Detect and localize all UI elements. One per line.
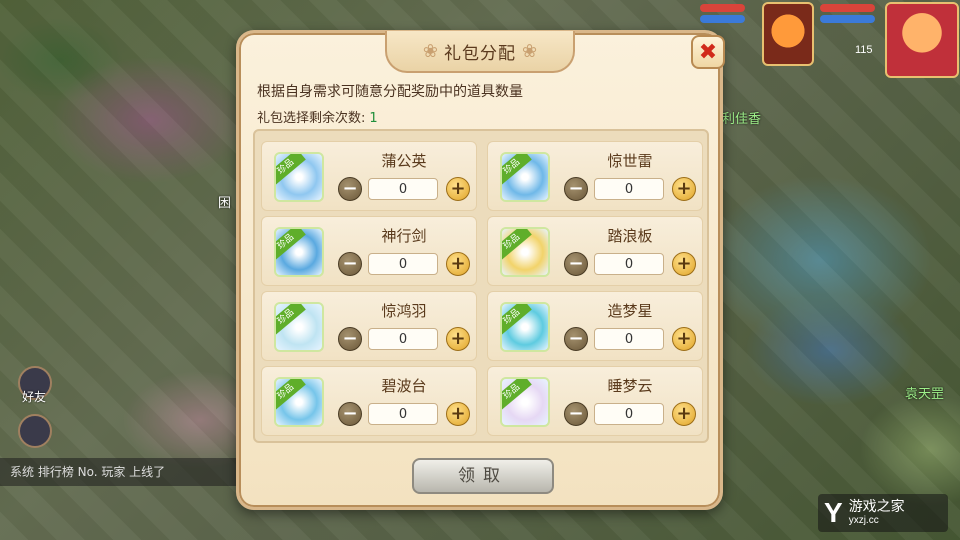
item-name: 碧波台 xyxy=(381,377,427,395)
watermark-text: 游戏之家 xyxy=(848,498,905,515)
item-name: 造梦星 xyxy=(607,302,653,320)
item-icon[interactable]: 珍品 xyxy=(500,152,550,202)
item-row: 珍品睡梦云−+ xyxy=(487,366,703,436)
watermark-url: yxzj.cc xyxy=(848,515,879,527)
increase-button[interactable]: + xyxy=(672,177,696,201)
swirl-ornament-icon: ❀ xyxy=(522,40,538,62)
quantity-input[interactable] xyxy=(368,328,438,350)
item-icon[interactable]: 珍品 xyxy=(274,302,324,352)
item-icon[interactable]: 珍品 xyxy=(274,377,324,427)
quantity-stepper: −+ xyxy=(564,401,696,427)
item-name: 惊世雷 xyxy=(607,152,653,170)
item-icon[interactable]: 珍品 xyxy=(500,227,550,277)
player-mp-bar xyxy=(820,15,875,23)
item-name: 踏浪板 xyxy=(607,227,653,245)
remaining-choices: 礼包选择剩余次数: 1 xyxy=(257,107,378,126)
site-watermark: Y 游戏之家 yxzj.cc xyxy=(818,494,948,532)
player-level: 115 xyxy=(855,44,873,56)
quantity-input[interactable] xyxy=(594,328,664,350)
quantity-input[interactable] xyxy=(368,178,438,200)
rarity-tag: 珍品 xyxy=(276,379,306,411)
chat-icon[interactable] xyxy=(18,414,52,448)
quantity-stepper: −+ xyxy=(564,176,696,202)
decrease-button[interactable]: − xyxy=(338,252,362,276)
increase-button[interactable]: + xyxy=(672,252,696,276)
item-icon[interactable]: 珍品 xyxy=(274,152,324,202)
item-row: 珍品造梦星−+ xyxy=(487,291,703,361)
rarity-tag: 珍品 xyxy=(502,229,532,261)
increase-button[interactable]: + xyxy=(446,252,470,276)
pet-portrait[interactable] xyxy=(762,2,814,66)
rarity-tag: 珍品 xyxy=(276,304,306,336)
increase-button[interactable]: + xyxy=(446,177,470,201)
rarity-tag: 珍品 xyxy=(276,229,306,261)
npc-name-label[interactable]: 利佳香 xyxy=(722,108,761,127)
quantity-input[interactable] xyxy=(368,403,438,425)
remaining-label: 礼包选择剩余次数: xyxy=(257,111,366,126)
rarity-tag: 珍品 xyxy=(276,154,306,186)
watermark-logo: Y xyxy=(824,497,843,528)
decrease-button[interactable]: − xyxy=(564,402,588,426)
dialog-description: 根据自身需求可随意分配奖励中的道具数量 xyxy=(257,84,523,100)
decrease-button[interactable]: − xyxy=(564,177,588,201)
rarity-tag: 珍品 xyxy=(502,304,532,336)
rarity-tag: 珍品 xyxy=(502,154,532,186)
decrease-button[interactable]: − xyxy=(338,177,362,201)
chat-log[interactable]: 系统 排行榜 No. 玩家 上线了 xyxy=(0,458,240,486)
item-row: 珍品惊世雷−+ xyxy=(487,141,703,211)
quantity-stepper: −+ xyxy=(564,326,696,352)
item-icon[interactable]: 珍品 xyxy=(274,227,324,277)
remaining-count: 1 xyxy=(369,111,378,126)
quantity-input[interactable] xyxy=(594,253,664,275)
increase-button[interactable]: + xyxy=(446,327,470,351)
increase-button[interactable]: + xyxy=(672,327,696,351)
decrease-button[interactable]: − xyxy=(338,327,362,351)
quantity-stepper: −+ xyxy=(338,251,470,277)
increase-button[interactable]: + xyxy=(672,402,696,426)
player-hp-bar xyxy=(820,4,875,12)
friends-label: 好友 xyxy=(22,390,47,404)
item-row: 珍品神行剑−+ xyxy=(261,216,477,286)
item-icon[interactable]: 珍品 xyxy=(500,302,550,352)
close-button[interactable]: ✖ xyxy=(691,35,725,69)
item-icon[interactable]: 珍品 xyxy=(500,377,550,427)
quantity-stepper: −+ xyxy=(338,401,470,427)
npc-name-label[interactable]: 困 xyxy=(218,192,231,211)
item-name: 惊鸿羽 xyxy=(381,302,427,320)
player-portrait[interactable] xyxy=(885,2,959,78)
dialog-title: 礼包分配 xyxy=(444,43,516,64)
item-name: 睡梦云 xyxy=(607,377,653,395)
item-name: 神行剑 xyxy=(381,227,427,245)
dialog-title-tab: ❀ 礼包分配 ❀ xyxy=(385,31,575,73)
quantity-stepper: −+ xyxy=(564,251,696,277)
item-row: 珍品碧波台−+ xyxy=(261,366,477,436)
swirl-ornament-icon: ❀ xyxy=(422,40,438,62)
quantity-input[interactable] xyxy=(368,253,438,275)
rarity-tag: 珍品 xyxy=(502,379,532,411)
decrease-button[interactable]: − xyxy=(564,327,588,351)
quantity-input[interactable] xyxy=(594,178,664,200)
item-name: 蒲公英 xyxy=(381,152,427,170)
gift-allocation-dialog: ❀ 礼包分配 ❀ ✖ 根据自身需求可随意分配奖励中的道具数量 礼包选择剩余次数:… xyxy=(236,30,725,510)
npc-name-label[interactable]: 袁天罡 xyxy=(905,383,944,402)
item-row: 珍品惊鸿羽−+ xyxy=(261,291,477,361)
decrease-button[interactable]: − xyxy=(564,252,588,276)
item-list-panel[interactable]: 珍品蒲公英−+珍品惊世雷−+珍品神行剑−+珍品踏浪板−+珍品惊鸿羽−+珍品造梦星… xyxy=(253,129,709,443)
decrease-button[interactable]: − xyxy=(338,402,362,426)
quantity-input[interactable] xyxy=(594,403,664,425)
quantity-stepper: −+ xyxy=(338,326,470,352)
item-row: 珍品踏浪板−+ xyxy=(487,216,703,286)
claim-button[interactable]: 领取 xyxy=(412,458,554,494)
pet-mp-bar xyxy=(700,15,745,23)
quantity-stepper: −+ xyxy=(338,176,470,202)
item-row: 珍品蒲公英−+ xyxy=(261,141,477,211)
increase-button[interactable]: + xyxy=(446,402,470,426)
pet-hp-bar xyxy=(700,4,745,12)
